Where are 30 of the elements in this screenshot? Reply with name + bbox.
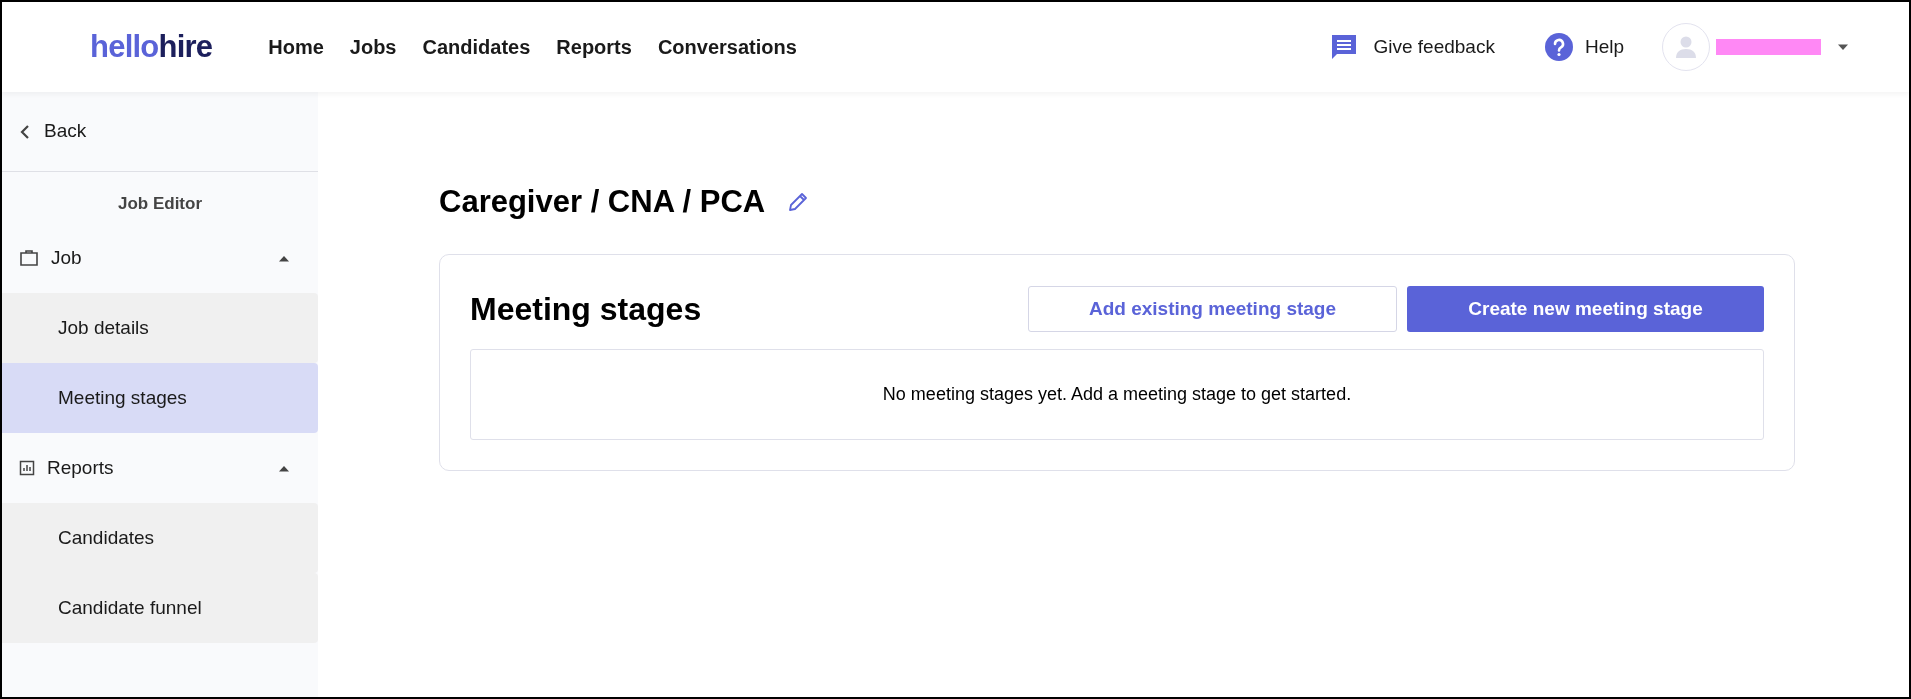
create-button[interactable]: Create new meeting stage [1407, 286, 1764, 332]
sidebar-item[interactable]: Candidates [2, 503, 318, 573]
empty-message: No meeting stages yet. Add a meeting stage to get started. [882, 383, 1352, 406]
logo[interactable]: hellohire [90, 23, 213, 71]
bar-chart-icon [19, 460, 35, 476]
nav-link[interactable]: Conversations [657, 32, 797, 62]
chevron-left-icon [20, 123, 30, 140]
person-icon [1675, 35, 1697, 59]
pencil-icon[interactable] [787, 191, 810, 213]
nav-link[interactable]: Jobs [349, 32, 397, 62]
help-button[interactable]: Help [1544, 32, 1624, 62]
sidebar-item[interactable]: Candidate funnel [2, 573, 318, 643]
section-header[interactable]: Reports [2, 433, 318, 503]
sidebar-item[interactable]: Job details [2, 293, 318, 363]
card-title: Meeting stages [470, 290, 703, 329]
sidebar-item[interactable]: Meeting stages [2, 363, 318, 433]
caret-icon[interactable] [278, 464, 290, 472]
nav-link[interactable]: Home [268, 32, 324, 62]
caret-icon [1837, 43, 1849, 51]
page-title: Caregiver / CNA / PCA [439, 182, 766, 221]
sidebar-title: Job Editor [117, 193, 203, 216]
section-header[interactable]: Job [2, 223, 318, 293]
briefcase-icon [19, 249, 39, 267]
back-button[interactable]: Back [2, 92, 318, 172]
caret-icon[interactable] [278, 254, 290, 262]
feedback-button[interactable]: Give feedback [1329, 32, 1495, 62]
add-existing-button[interactable]: Add existing meeting stage [1028, 286, 1397, 332]
help-icon [1544, 33, 1573, 61]
nav-link[interactable]: Candidates [422, 32, 531, 62]
nav-link[interactable]: Reports [556, 32, 632, 62]
